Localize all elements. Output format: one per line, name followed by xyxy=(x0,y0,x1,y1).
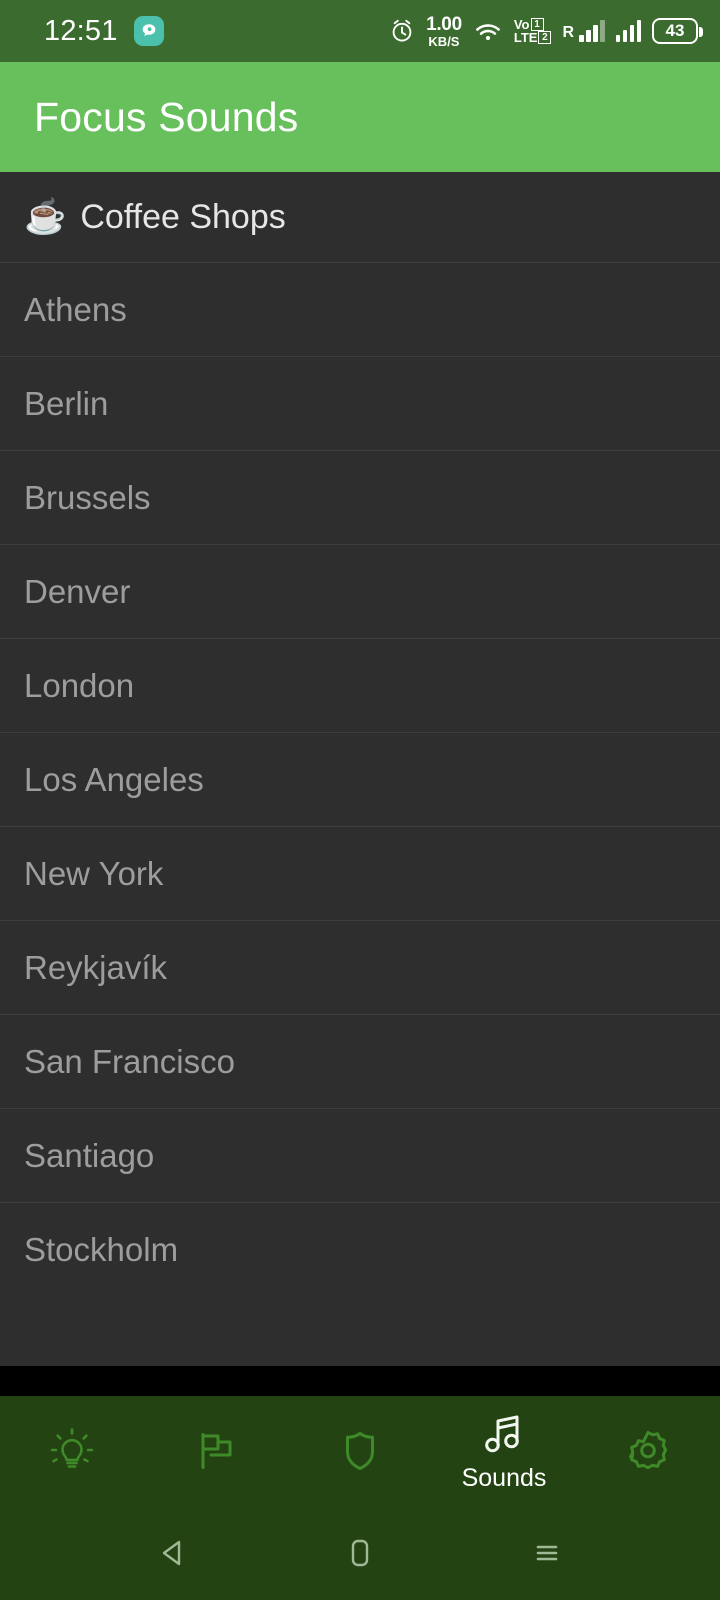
lightbulb-icon xyxy=(45,1424,99,1478)
signal-bars-sim2 xyxy=(615,20,641,42)
home-button[interactable] xyxy=(315,1518,405,1588)
list-item-label: Reykjavík xyxy=(24,948,168,986)
wifi-icon xyxy=(473,19,503,43)
nav-item-lightbulb[interactable] xyxy=(0,1396,144,1506)
status-bar-left: 12:51 xyxy=(44,15,164,48)
list-item-label: Stockholm xyxy=(24,1230,179,1268)
list-item[interactable]: Athens xyxy=(0,262,720,356)
list-item[interactable]: Denver xyxy=(0,544,720,638)
back-triangle-icon xyxy=(153,1533,193,1573)
phone-screen: 12:51 1.00 KB/S Vo 1 LTE 2 R 43 Focus So… xyxy=(0,0,720,1600)
nav-item-shield[interactable] xyxy=(288,1396,432,1506)
list-item[interactable]: Los Angeles xyxy=(0,732,720,826)
nav-item-sounds[interactable]: Sounds xyxy=(432,1396,576,1506)
sound-list[interactable]: ☕ Coffee Shops Athens Berlin Brussels De… xyxy=(0,172,720,1366)
list-item-label: Santiago xyxy=(24,1136,155,1174)
network-speed-indicator: 1.00 KB/S xyxy=(426,15,462,48)
home-square-icon xyxy=(340,1533,380,1573)
nav-item-label-sounds: Sounds xyxy=(461,1464,547,1492)
music-note-icon xyxy=(479,1411,529,1461)
recents-menu-icon xyxy=(527,1533,567,1573)
sim2-signal-indicator xyxy=(615,20,641,42)
section-title: Coffee Shops xyxy=(80,197,286,236)
coffee-cup-icon: ☕ xyxy=(24,198,67,236)
list-item[interactable]: London xyxy=(0,638,720,732)
recents-button[interactable] xyxy=(502,1518,592,1588)
list-item[interactable]: Berlin xyxy=(0,356,720,450)
list-item-label: Athens xyxy=(24,290,127,328)
back-button[interactable] xyxy=(128,1518,218,1588)
list-item[interactable]: Stockholm xyxy=(0,1202,720,1296)
volte-sim2-badge: 2 xyxy=(538,31,552,44)
list-item-label: Los Angeles xyxy=(24,760,204,798)
nav-item-settings[interactable] xyxy=(576,1396,720,1506)
list-item[interactable]: New York xyxy=(0,826,720,920)
section-header-coffee-shops: ☕ Coffee Shops xyxy=(0,172,720,262)
status-bar-clock: 12:51 xyxy=(44,14,118,47)
nav-item-flag[interactable] xyxy=(144,1396,288,1506)
list-item[interactable]: Reykjavík xyxy=(0,920,720,1014)
chat-bubble-icon xyxy=(133,16,164,46)
list-item-label: Brussels xyxy=(24,478,151,516)
list-item-label: San Francisco xyxy=(24,1042,235,1080)
sim1-signal-indicator: R xyxy=(562,20,605,42)
list-item[interactable]: San Francisco xyxy=(0,1014,720,1108)
list-item-label: London xyxy=(24,666,135,704)
list-item[interactable]: Santiago xyxy=(0,1108,720,1202)
signal-bars-sim1 xyxy=(579,20,605,42)
network-speed-unit: KB/S xyxy=(428,33,460,49)
status-bar: 12:51 1.00 KB/S Vo 1 LTE 2 R 43 xyxy=(0,0,720,62)
bottom-navigation-bar: Sounds xyxy=(0,1396,720,1506)
gear-icon xyxy=(621,1424,675,1478)
alarm-clock-icon xyxy=(389,18,415,44)
android-system-nav xyxy=(0,1506,720,1600)
network-speed-value: 1.00 xyxy=(426,13,462,35)
volte-indicator: Vo 1 LTE 2 xyxy=(514,18,552,44)
list-item-label: New York xyxy=(24,854,164,892)
roaming-label: R xyxy=(562,24,574,41)
status-bar-right: 1.00 KB/S Vo 1 LTE 2 R 43 xyxy=(389,15,703,48)
screen-gap xyxy=(0,1366,720,1396)
list-item-label: Berlin xyxy=(24,384,109,422)
page-title: Focus Sounds xyxy=(34,93,299,140)
flag-icon xyxy=(189,1424,243,1478)
battery-indicator: 43 xyxy=(652,18,703,44)
shield-icon xyxy=(333,1424,387,1478)
list-item-label: Denver xyxy=(24,572,131,610)
battery-level-label: 43 xyxy=(665,21,685,40)
app-bar: Focus Sounds xyxy=(0,62,720,172)
volte-lte-label: LTE xyxy=(513,30,538,45)
list-item[interactable]: Brussels xyxy=(0,450,720,544)
